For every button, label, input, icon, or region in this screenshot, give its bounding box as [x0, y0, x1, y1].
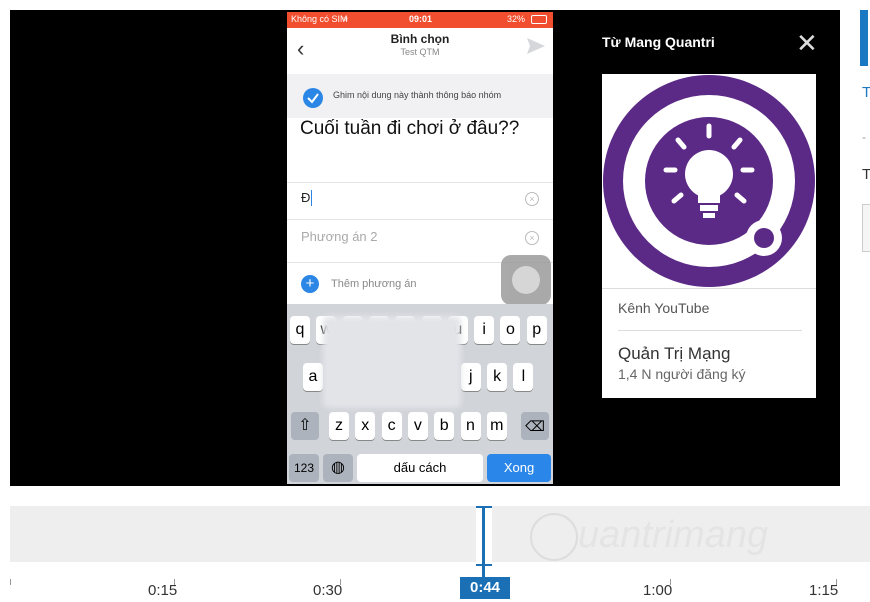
key-x[interactable]: x: [355, 412, 376, 440]
key-n[interactable]: n: [460, 412, 481, 440]
key-j[interactable]: j: [460, 363, 481, 391]
space-key[interactable]: dấu cách: [357, 454, 483, 482]
phone-screen: Không có SIM ≈ 09:01 32% ‹ Bình chọn Tes…: [287, 12, 553, 484]
add-icon[interactable]: +: [301, 275, 319, 293]
key-l[interactable]: l: [513, 363, 534, 391]
key-k[interactable]: k: [487, 363, 508, 391]
option2-input[interactable]: Phương án 2: [301, 229, 378, 244]
watermark-bulb-icon: [530, 513, 578, 561]
current-time-badge: 0:44: [460, 577, 510, 599]
nav-subtitle: Test QTM: [400, 47, 440, 57]
key-p[interactable]: p: [526, 316, 547, 344]
status-time: 09:01: [409, 14, 433, 24]
backspace-icon[interactable]: ⌫: [521, 412, 549, 440]
add-option-label[interactable]: Thêm phương án: [331, 278, 417, 290]
watermark-text: uantrimang: [578, 514, 769, 556]
right-panel-button[interactable]: [860, 10, 868, 66]
shift-icon[interactable]: ⇧: [291, 412, 319, 440]
card-header-title: Từ Mang Quantri: [602, 34, 715, 50]
timeline-label: 0:30: [313, 582, 343, 599]
checkbox-checked-icon[interactable]: [303, 88, 323, 108]
blurred-region: [323, 316, 461, 408]
divider: [618, 330, 802, 331]
option1-input[interactable]: Đ: [301, 190, 310, 205]
status-carrier: Không có SIM: [291, 14, 348, 24]
right-panel-link[interactable]: T: [862, 84, 870, 101]
playhead-line[interactable]: [482, 506, 485, 580]
divider: [602, 288, 816, 289]
clear-icon[interactable]: ×: [525, 192, 539, 206]
channel-name[interactable]: Quản Trị Mạng: [618, 344, 730, 364]
divider: [287, 182, 553, 183]
pin-row[interactable]: Ghim nội dung này thành thông báo nhóm: [287, 74, 553, 118]
key-i[interactable]: i: [474, 316, 495, 344]
assistive-touch-button[interactable]: [501, 255, 551, 305]
poll-question[interactable]: Cuối tuần đi chơi ở đâu??: [300, 118, 519, 140]
wifi-icon: ≈: [343, 14, 348, 24]
battery-icon: [531, 15, 547, 24]
right-panel-field[interactable]: [862, 204, 870, 252]
key-a[interactable]: a: [303, 363, 323, 391]
status-battery: 32%: [507, 14, 526, 24]
key-q[interactable]: q: [290, 316, 310, 344]
channel-type: Kênh YouTube: [618, 300, 710, 316]
key-m[interactable]: m: [486, 412, 507, 440]
nav-title: Bình chọn: [390, 32, 450, 46]
globe-icon[interactable]: ◍: [323, 454, 353, 482]
numbers-key[interactable]: 123: [289, 454, 319, 482]
timeline-tick: [10, 579, 11, 585]
key-b[interactable]: b: [434, 412, 455, 440]
key-v[interactable]: v: [407, 412, 428, 440]
quantrimang-logo-icon: [602, 74, 816, 288]
clear-icon[interactable]: ×: [525, 231, 539, 245]
text-cursor: [311, 190, 312, 206]
right-panel-label: T: [862, 166, 870, 183]
subscriber-count: 1,4 N người đăng ký: [618, 366, 746, 382]
timeline-label: 1:15: [809, 582, 839, 599]
close-icon[interactable]: ✕: [796, 30, 818, 56]
send-icon[interactable]: [525, 36, 547, 56]
key-c[interactable]: c: [381, 412, 402, 440]
timeline-label: 0:15: [148, 582, 178, 599]
phone-status-bar: Không có SIM ≈ 09:01 32%: [287, 12, 553, 28]
right-panel-dash: -: [862, 130, 866, 144]
phone-nav-bar: ‹ Bình chọn Test QTM: [287, 28, 553, 74]
timeline-label: 1:00: [643, 582, 673, 599]
key-o[interactable]: o: [500, 316, 521, 344]
key-z[interactable]: z: [329, 412, 349, 440]
done-key[interactable]: Xong: [487, 454, 551, 482]
pin-label: Ghim nội dung này thành thông báo nhóm: [333, 90, 502, 100]
divider: [287, 219, 553, 220]
channel-card[interactable]: Kênh YouTube Quản Trị Mạng 1,4 N người đ…: [602, 74, 816, 398]
